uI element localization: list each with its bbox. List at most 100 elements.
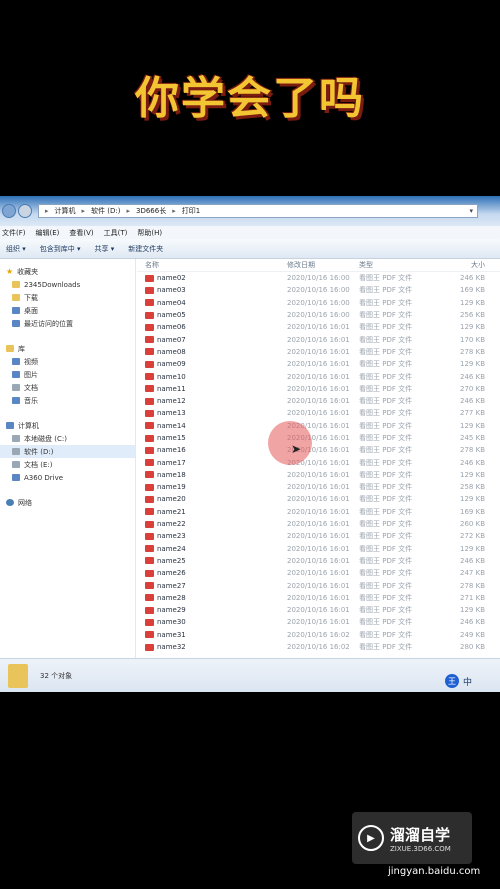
- include-in-library-button[interactable]: 包含到库中 ▾: [40, 244, 81, 254]
- file-name-cell[interactable]: name17: [137, 459, 287, 467]
- organize-button[interactable]: 组织 ▾: [6, 244, 26, 254]
- breadcrumb-folder[interactable]: 3D666长: [136, 206, 166, 216]
- file-name-cell[interactable]: name20: [137, 495, 287, 503]
- file-name-cell[interactable]: name13: [137, 409, 287, 417]
- nav-item-downloads[interactable]: 下载: [0, 291, 135, 304]
- file-name-cell[interactable]: name07: [137, 336, 287, 344]
- menu-view[interactable]: 查看(V): [69, 228, 93, 238]
- file-name-cell[interactable]: name27: [137, 582, 287, 590]
- file-name-cell[interactable]: name26: [137, 569, 287, 577]
- file-row[interactable]: name31 2020/10/16 16:02 看图王 PDF 文件 249 KB: [137, 629, 500, 641]
- back-button[interactable]: [2, 204, 16, 218]
- breadcrumb-current[interactable]: 打印1: [182, 206, 200, 216]
- nav-favorites[interactable]: ★ 收藏夹: [0, 265, 135, 278]
- share-button[interactable]: 共享 ▾: [95, 244, 115, 254]
- file-row[interactable]: name09 2020/10/16 16:01 看图王 PDF 文件 129 KB: [137, 358, 500, 370]
- file-name-cell[interactable]: name25: [137, 557, 287, 565]
- file-row[interactable]: name23 2020/10/16 16:01 看图王 PDF 文件 272 KB: [137, 530, 500, 542]
- file-row[interactable]: name11 2020/10/16 16:01 看图王 PDF 文件 270 KB: [137, 383, 500, 395]
- nav-item-desktop[interactable]: 桌面: [0, 304, 135, 317]
- nav-item-music[interactable]: 音乐: [0, 394, 135, 407]
- file-row[interactable]: name02 2020/10/16 16:00 看图王 PDF 文件 246 KB: [137, 272, 500, 284]
- file-name-cell[interactable]: name24: [137, 545, 287, 553]
- file-row[interactable]: name05 2020/10/16 16:00 看图王 PDF 文件 256 KB: [137, 309, 500, 321]
- file-name-cell[interactable]: name04: [137, 299, 287, 307]
- file-row[interactable]: name04 2020/10/16 16:00 看图王 PDF 文件 129 KB: [137, 297, 500, 309]
- file-name-cell[interactable]: name15: [137, 434, 287, 442]
- address-bar[interactable]: ▸ 计算机 ▸ 软件 (D:) ▸ 3D666长 ▸ 打印1 ▾: [38, 204, 478, 218]
- nav-item-recent[interactable]: 最近访问的位置: [0, 317, 135, 330]
- file-row[interactable]: name10 2020/10/16 16:01 看图王 PDF 文件 246 KB: [137, 370, 500, 382]
- file-row[interactable]: name21 2020/10/16 16:01 看图王 PDF 文件 169 KB: [137, 506, 500, 518]
- file-row[interactable]: name12 2020/10/16 16:01 看图王 PDF 文件 246 KB: [137, 395, 500, 407]
- ime-indicator[interactable]: 中: [463, 675, 472, 688]
- file-name-cell[interactable]: name10: [137, 373, 287, 381]
- breadcrumb-drive[interactable]: 软件 (D:): [91, 206, 120, 216]
- nav-item-documents[interactable]: 文档: [0, 381, 135, 394]
- menu-edit[interactable]: 编辑(E): [36, 228, 60, 238]
- nav-item-pictures[interactable]: 图片: [0, 368, 135, 381]
- file-row[interactable]: name28 2020/10/16 16:01 看图王 PDF 文件 271 KB: [137, 592, 500, 604]
- file-name-cell[interactable]: name18: [137, 471, 287, 479]
- file-row[interactable]: name25 2020/10/16 16:01 看图王 PDF 文件 246 KB: [137, 555, 500, 567]
- tray-app-icon[interactable]: 王: [445, 674, 459, 688]
- file-row[interactable]: name16 2020/10/16 16:01 看图王 PDF 文件 278 KB: [137, 444, 500, 456]
- nav-item-a360[interactable]: A360 Drive: [0, 471, 135, 484]
- nav-item-drive-e[interactable]: 文档 (E:): [0, 458, 135, 471]
- nav-computer[interactable]: 计算机: [0, 419, 135, 432]
- file-name-cell[interactable]: name19: [137, 483, 287, 491]
- file-name-cell[interactable]: name30: [137, 618, 287, 626]
- file-row[interactable]: name29 2020/10/16 16:01 看图王 PDF 文件 129 KB: [137, 604, 500, 616]
- file-name-cell[interactable]: name08: [137, 348, 287, 356]
- file-name-cell[interactable]: name22: [137, 520, 287, 528]
- file-name-cell[interactable]: name09: [137, 360, 287, 368]
- file-name-cell[interactable]: name02: [137, 274, 287, 282]
- file-name-cell[interactable]: name16: [137, 446, 287, 454]
- menu-help[interactable]: 帮助(H): [137, 228, 162, 238]
- nav-network[interactable]: 网络: [0, 496, 135, 509]
- file-row[interactable]: name06 2020/10/16 16:01 看图王 PDF 文件 129 KB: [137, 321, 500, 333]
- column-header-type[interactable]: 类型: [359, 260, 429, 270]
- file-row[interactable]: name14 2020/10/16 16:01 看图王 PDF 文件 129 KB: [137, 420, 500, 432]
- nav-libraries[interactable]: 库: [0, 342, 135, 355]
- file-name-cell[interactable]: name31: [137, 631, 287, 639]
- file-row[interactable]: name26 2020/10/16 16:01 看图王 PDF 文件 247 KB: [137, 567, 500, 579]
- new-folder-button[interactable]: 新建文件夹: [128, 244, 163, 254]
- file-row[interactable]: name08 2020/10/16 16:01 看图王 PDF 文件 278 KB: [137, 346, 500, 358]
- file-name-cell[interactable]: name23: [137, 532, 287, 540]
- file-row[interactable]: name20 2020/10/16 16:01 看图王 PDF 文件 129 KB: [137, 493, 500, 505]
- file-row[interactable]: name19 2020/10/16 16:01 看图王 PDF 文件 258 KB: [137, 481, 500, 493]
- nav-item-drive-c[interactable]: 本地磁盘 (C:): [0, 432, 135, 445]
- file-name-cell[interactable]: name28: [137, 594, 287, 602]
- nav-item-drive-d[interactable]: 软件 (D:): [0, 445, 135, 458]
- file-row[interactable]: name03 2020/10/16 16:00 看图王 PDF 文件 169 KB: [137, 284, 500, 296]
- file-name-cell[interactable]: name32: [137, 643, 287, 651]
- file-name-cell[interactable]: name11: [137, 385, 287, 393]
- file-name-cell[interactable]: name12: [137, 397, 287, 405]
- column-header-size[interactable]: 大小: [429, 260, 489, 270]
- menu-file[interactable]: 文件(F): [2, 228, 26, 238]
- file-row[interactable]: name30 2020/10/16 16:01 看图王 PDF 文件 246 KB: [137, 616, 500, 628]
- file-row[interactable]: name13 2020/10/16 16:01 看图王 PDF 文件 277 KB: [137, 407, 500, 419]
- nav-item-2345downloads[interactable]: 2345Downloads: [0, 278, 135, 291]
- file-row[interactable]: name18 2020/10/16 16:01 看图王 PDF 文件 129 KB: [137, 469, 500, 481]
- file-row[interactable]: name07 2020/10/16 16:01 看图王 PDF 文件 170 KB: [137, 333, 500, 345]
- file-name-cell[interactable]: name03: [137, 286, 287, 294]
- file-name-cell[interactable]: name14: [137, 422, 287, 430]
- chevron-down-icon[interactable]: ▾: [469, 207, 473, 215]
- file-name-cell[interactable]: name29: [137, 606, 287, 614]
- nav-item-videos[interactable]: 视频: [0, 355, 135, 368]
- breadcrumb-computer[interactable]: 计算机: [55, 206, 76, 216]
- file-row[interactable]: name32 2020/10/16 16:02 看图王 PDF 文件 280 KB: [137, 641, 500, 653]
- forward-button[interactable]: [18, 204, 32, 218]
- column-header-name[interactable]: 名称: [137, 260, 287, 270]
- menu-tools[interactable]: 工具(T): [104, 228, 128, 238]
- file-row[interactable]: name22 2020/10/16 16:01 看图王 PDF 文件 260 KB: [137, 518, 500, 530]
- file-row[interactable]: name17 2020/10/16 16:01 看图王 PDF 文件 246 KB: [137, 456, 500, 468]
- file-name-cell[interactable]: name06: [137, 323, 287, 331]
- file-row[interactable]: name24 2020/10/16 16:01 看图王 PDF 文件 129 KB: [137, 543, 500, 555]
- file-row[interactable]: name15 2020/10/16 16:01 看图王 PDF 文件 245 KB: [137, 432, 500, 444]
- file-row[interactable]: name27 2020/10/16 16:01 看图王 PDF 文件 278 KB: [137, 579, 500, 591]
- file-name-cell[interactable]: name05: [137, 311, 287, 319]
- file-name-cell[interactable]: name21: [137, 508, 287, 516]
